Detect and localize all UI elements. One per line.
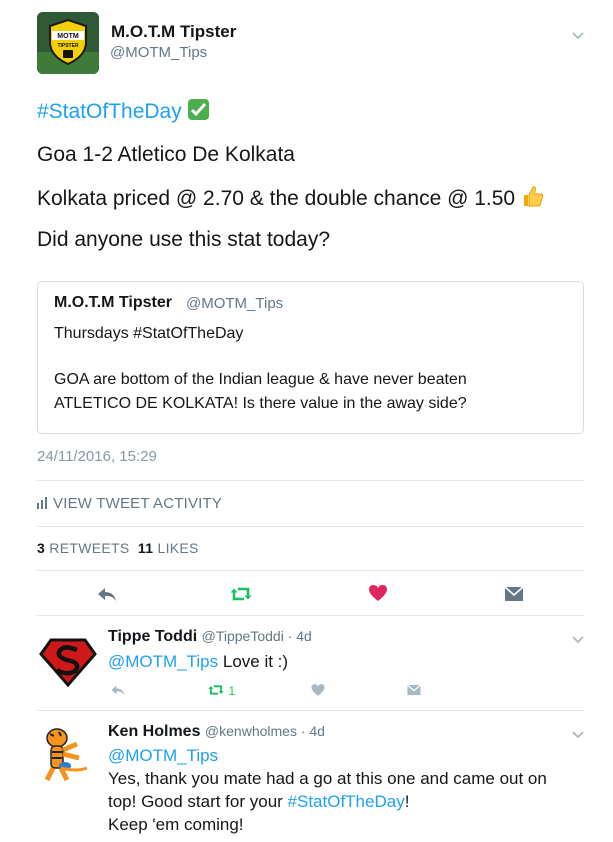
reply-author-name[interactable]: Tippe Toddi: [108, 628, 197, 645]
engagement-counts[interactable]: 3 RETWEETS 11 LIKES: [37, 540, 199, 556]
reply-text-line-2: top! Good start for your #StatOfTheDay!: [108, 792, 410, 811]
retweets-count: 3: [37, 540, 46, 556]
likes-count: 11: [137, 540, 154, 556]
quoted-tweet[interactable]: M.O.T.M Tipster @MOTM_Tips Thursdays #St…: [37, 281, 584, 434]
bar-chart-icon: [37, 496, 49, 513]
quoted-text-line-1: Thursdays #StatOfTheDay: [54, 325, 244, 342]
direct-message-button[interactable]: [406, 682, 422, 703]
reply-header: Tippe Toddi @TippeToddi · 4d: [108, 628, 312, 646]
retweet-icon: [208, 685, 224, 695]
hashtag-link[interactable]: #StatOfTheDay: [37, 100, 182, 123]
check-emoji-icon: [187, 99, 209, 120]
like-button[interactable]: [310, 682, 326, 703]
author-name[interactable]: M.O.T.M Tipster: [111, 22, 236, 42]
reply-header: Ken Holmes @kenwholmes · 4d: [108, 723, 325, 741]
reply-mention: @MOTM_Tips: [108, 746, 218, 766]
reply-author-handle[interactable]: @TippeToddi · 4d: [202, 628, 312, 644]
heart-icon: [369, 585, 387, 601]
retweet-button[interactable]: [230, 583, 252, 610]
thumbs-up-emoji-icon: [521, 184, 545, 214]
divider: [37, 526, 584, 527]
view-tweet-activity-link[interactable]: VIEW TWEET ACTIVITY: [37, 495, 222, 513]
reply-avatar[interactable]: [37, 722, 99, 784]
reply-text-line-1: Yes, thank you mate had a go at this one…: [108, 769, 547, 788]
reply-button[interactable]: [110, 682, 126, 703]
chevron-down-icon[interactable]: [571, 632, 585, 650]
tweet-line-1: #StatOfTheDay: [37, 99, 209, 124]
hashtag-link[interactable]: #StatOfTheDay: [288, 792, 405, 811]
divider: [37, 710, 584, 711]
mention-link[interactable]: @MOTM_Tips: [108, 746, 218, 765]
reply-icon: [111, 685, 125, 696]
retweet-icon: [230, 587, 252, 601]
reply-author-name[interactable]: Ken Holmes: [108, 723, 200, 740]
quoted-text-line-2: GOA are bottom of the Indian league & ha…: [54, 371, 467, 388]
reply-button[interactable]: [96, 583, 118, 610]
quoted-text-line-3: ATLETICO DE KOLKATA! Is there value in t…: [54, 395, 467, 412]
retweet-button[interactable]: 1: [208, 682, 235, 700]
tweet-line-4: Did anyone use this stat today?: [37, 228, 331, 251]
divider: [37, 570, 584, 571]
author-avatar[interactable]: MOTM TIPSTER: [37, 12, 99, 74]
reply-icon: [98, 588, 116, 601]
retweet-count: 1: [228, 684, 236, 698]
reply-author-handle[interactable]: @kenwholmes · 4d: [205, 723, 325, 739]
likes-label: LIKES: [157, 540, 199, 556]
tweet-line-3: Kolkata priced @ 2.70 & the double chanc…: [37, 184, 545, 214]
svg-text:TIPSTER: TIPSTER: [57, 43, 79, 49]
chevron-down-icon[interactable]: [571, 727, 585, 745]
direct-message-icon: [407, 684, 421, 696]
like-button[interactable]: [367, 582, 389, 609]
reply-text-line-3: Keep 'em coming!: [108, 815, 244, 834]
reply-text: @MOTM_Tips Love it :): [108, 652, 289, 671]
mention-link[interactable]: @MOTM_Tips: [108, 652, 218, 671]
quoted-author-name: M.O.T.M Tipster: [54, 294, 172, 311]
heart-icon: [311, 684, 325, 696]
avatar-logo-text: MOTM: [57, 33, 79, 40]
chevron-down-icon[interactable]: [571, 28, 585, 46]
quoted-author-handle: @MOTM_Tips: [186, 295, 284, 312]
direct-message-icon: [504, 586, 524, 601]
divider: [37, 615, 584, 616]
reply-avatar[interactable]: [37, 630, 99, 692]
direct-message-button[interactable]: [503, 583, 525, 610]
tweet-timestamp: 24/11/2016, 15:29: [37, 448, 157, 465]
retweets-label: RETWEETS: [49, 540, 130, 556]
author-handle[interactable]: @MOTM_Tips: [110, 44, 207, 61]
tweet-line-2: Goa 1-2 Atletico De Kolkata: [37, 143, 295, 166]
divider: [37, 480, 584, 481]
